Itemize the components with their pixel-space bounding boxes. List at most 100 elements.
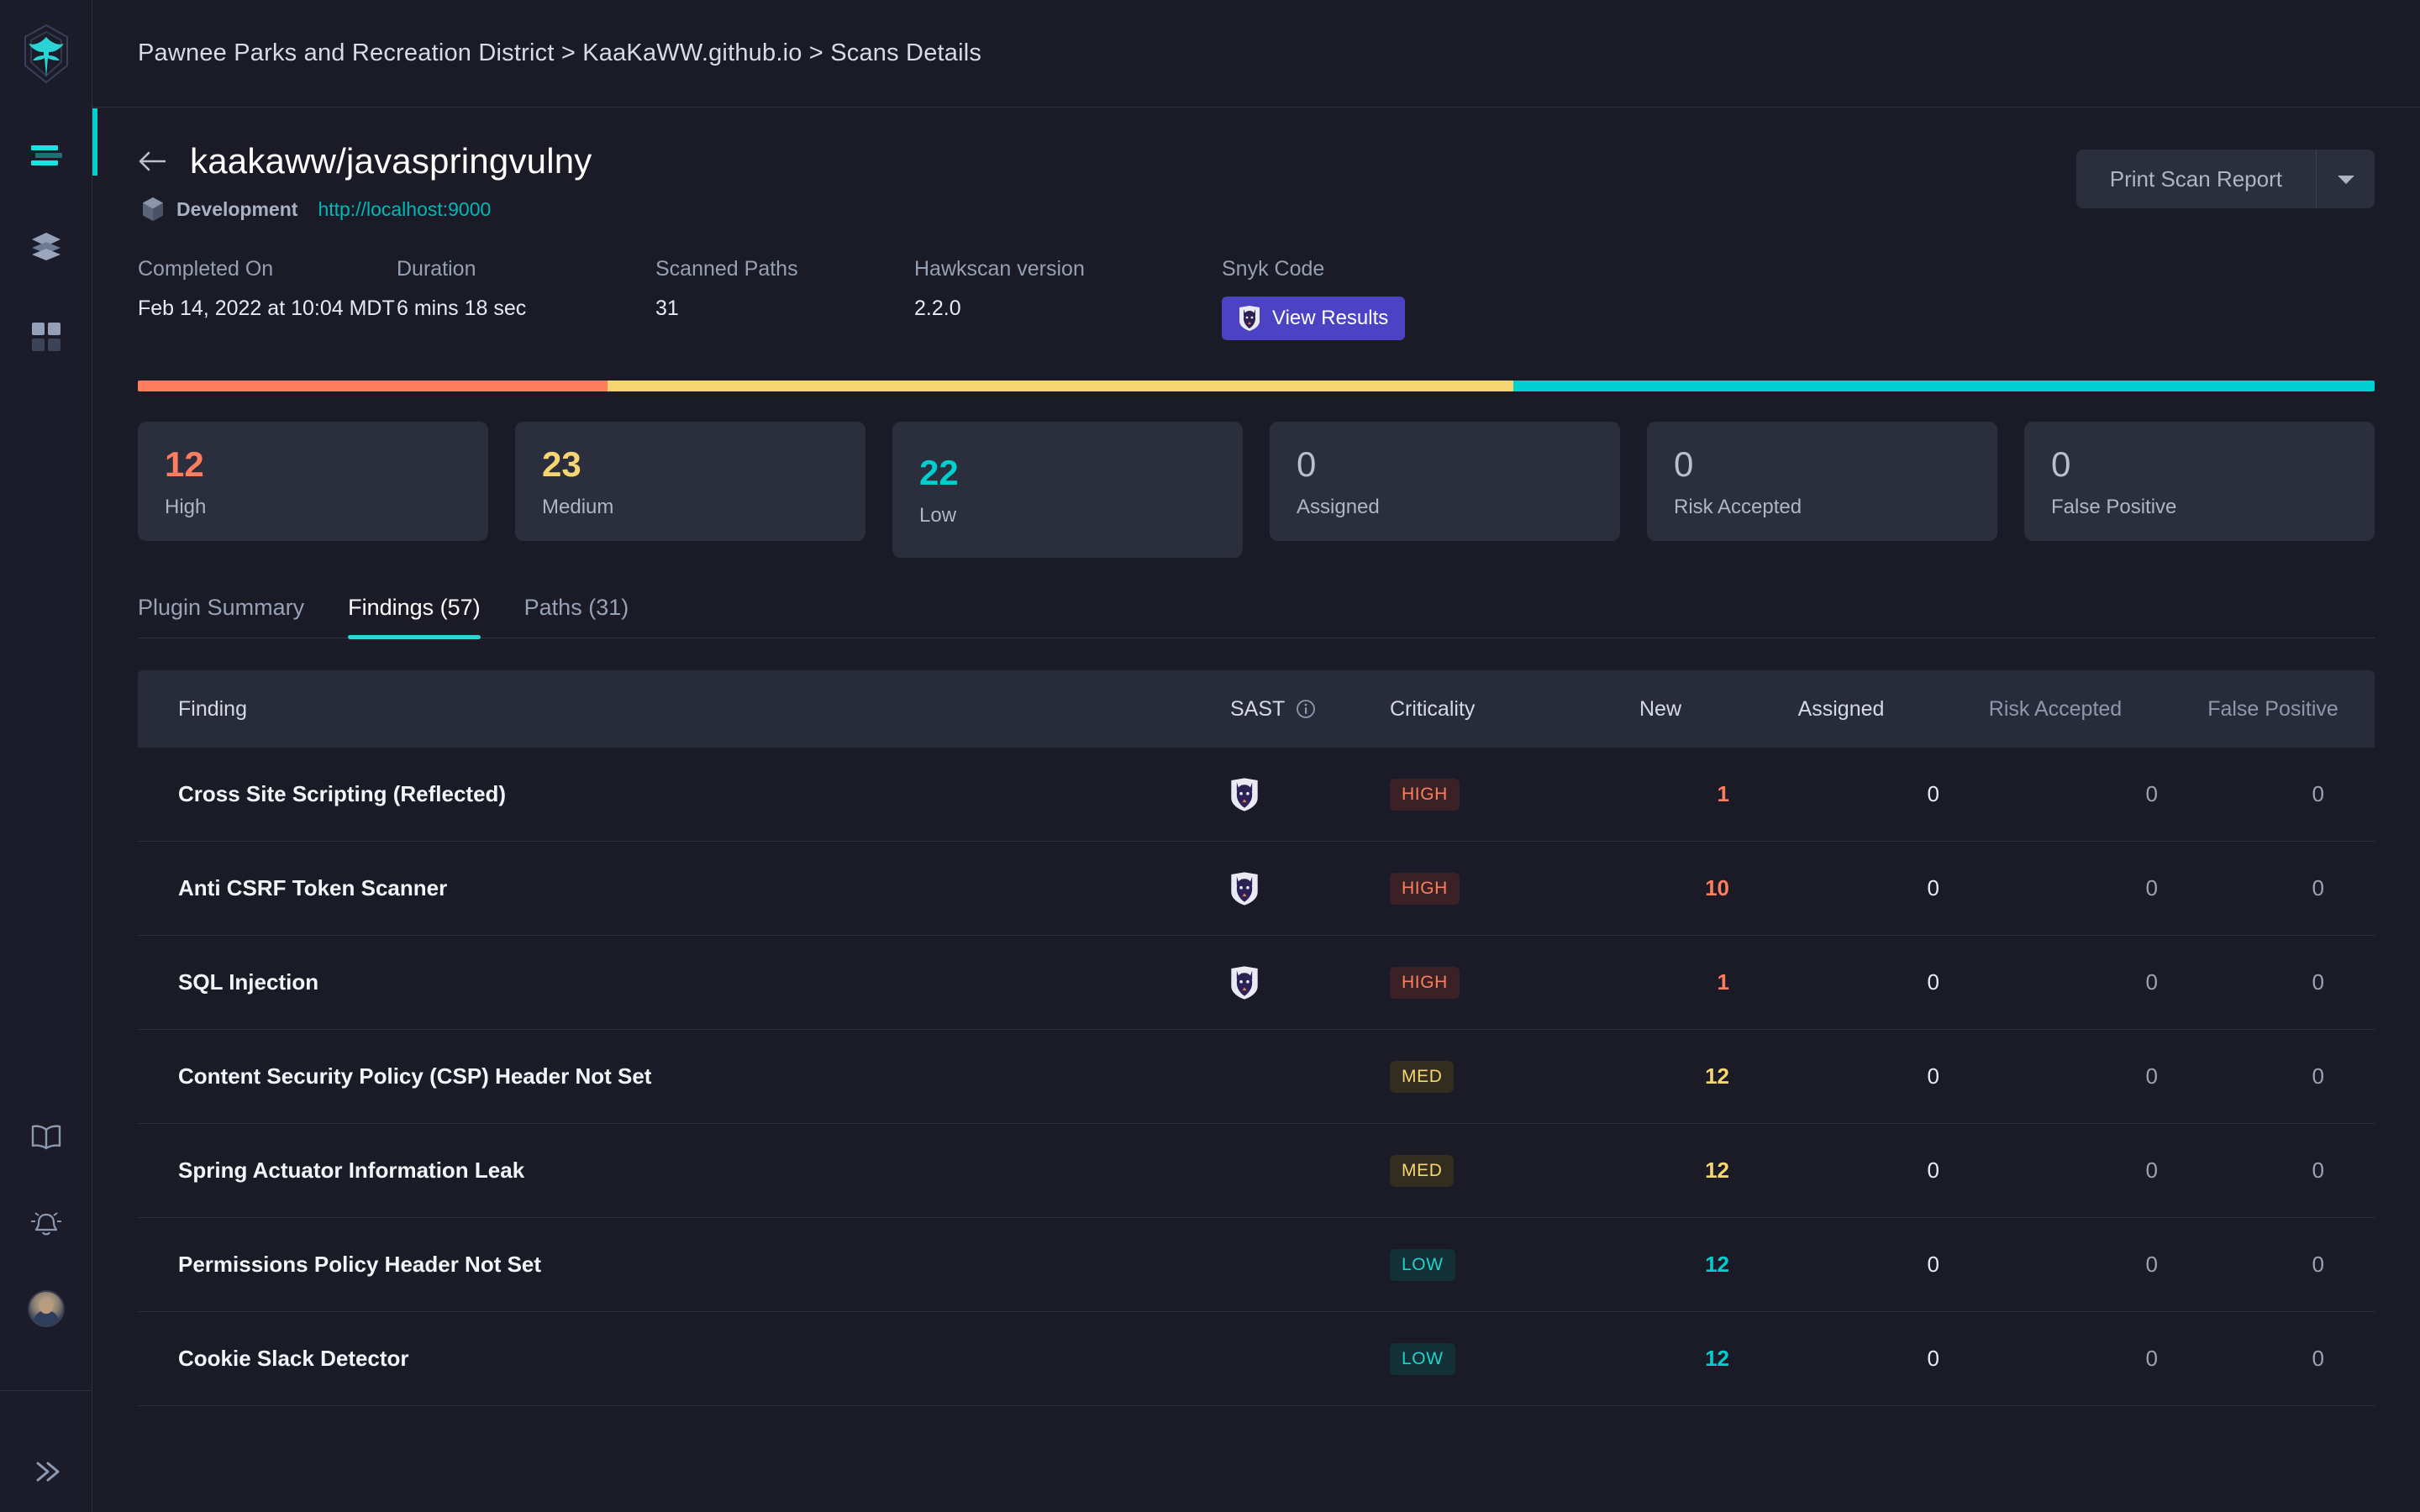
cell-finding[interactable]: Anti CSRF Token Scanner bbox=[138, 875, 1223, 901]
table-row[interactable]: Spring Actuator Information LeakMED12000 bbox=[138, 1124, 2375, 1218]
stat-card-medium[interactable]: 23Medium bbox=[515, 422, 865, 541]
info-circle-icon[interactable] bbox=[1295, 698, 1317, 720]
table-row[interactable]: SQL Injection HIGH1000 bbox=[138, 936, 2375, 1030]
false-positive-count: 0 bbox=[2312, 1252, 2324, 1277]
assigned-count: 0 bbox=[1928, 1252, 1939, 1277]
print-scan-report-button[interactable]: Print Scan Report bbox=[2076, 150, 2316, 208]
app-root: Pawnee Parks and Recreation District > K… bbox=[0, 0, 2420, 1512]
meta-label: Duration bbox=[397, 257, 655, 281]
th-new[interactable]: New bbox=[1585, 697, 1736, 722]
table-row[interactable]: Cross Site Scripting (Reflected) HIGH100… bbox=[138, 748, 2375, 842]
finding-name: Anti CSRF Token Scanner bbox=[178, 875, 447, 900]
stat-card-risk-accepted[interactable]: 0Risk Accepted bbox=[1647, 422, 1997, 541]
sidebar-item-profile[interactable] bbox=[21, 1286, 71, 1331]
cell-risk-accepted: 0 bbox=[1946, 969, 2165, 995]
th-criticality[interactable]: Criticality bbox=[1383, 697, 1585, 722]
cell-assigned: 0 bbox=[1736, 1063, 1946, 1089]
view-results-label: View Results bbox=[1272, 307, 1388, 330]
sidebar-item-grid[interactable] bbox=[21, 314, 71, 360]
breadcrumb[interactable]: Pawnee Parks and Recreation District > K… bbox=[138, 39, 981, 67]
cell-risk-accepted: 0 bbox=[1946, 1158, 2165, 1184]
findings-table: Finding SAST bbox=[138, 670, 2375, 1406]
stat-label: Medium bbox=[542, 496, 839, 519]
cell-finding[interactable]: Cross Site Scripting (Reflected) bbox=[138, 781, 1223, 807]
th-risk-accepted[interactable]: Risk Accepted bbox=[1946, 697, 2165, 722]
th-false-positive[interactable]: False Positive bbox=[2165, 697, 2375, 722]
bell-icon bbox=[29, 1208, 64, 1238]
new-count: 12 bbox=[1705, 1252, 1729, 1277]
stat-card-high[interactable]: 12High bbox=[138, 422, 488, 541]
sidebar-nav-top bbox=[21, 133, 71, 360]
environment-name: Development bbox=[176, 198, 297, 221]
table-row[interactable]: Cookie Slack DetectorLOW12000 bbox=[138, 1312, 2375, 1406]
cell-false-positive: 0 bbox=[2165, 875, 2375, 901]
stat-value: 0 bbox=[1674, 447, 1970, 482]
back-button[interactable] bbox=[138, 150, 168, 172]
cell-false-positive: 0 bbox=[2165, 969, 2375, 995]
hawk-logo-icon bbox=[20, 24, 72, 84]
cell-false-positive: 0 bbox=[2165, 1252, 2375, 1278]
stat-card-assigned[interactable]: 0Assigned bbox=[1270, 422, 1620, 541]
stat-card-low[interactable]: 22Low bbox=[892, 422, 1243, 558]
cell-finding[interactable]: SQL Injection bbox=[138, 969, 1223, 995]
sidebar-item-menu[interactable] bbox=[21, 133, 71, 178]
cell-sast bbox=[1223, 777, 1383, 812]
th-assigned[interactable]: Assigned bbox=[1736, 697, 1946, 722]
cell-risk-accepted: 0 bbox=[1946, 875, 2165, 901]
cell-criticality: MED bbox=[1383, 1155, 1585, 1187]
meta-scanned-paths: Scanned Paths 31 bbox=[655, 257, 914, 340]
meta-value: 31 bbox=[655, 297, 914, 321]
tab-paths-31[interactable]: Paths (31) bbox=[502, 595, 651, 638]
table-row[interactable]: Permissions Policy Header Not Set LOW 12 0 0… bbox=[138, 1218, 2375, 1312]
cell-assigned: 0 bbox=[1736, 1252, 1946, 1278]
app-logo[interactable] bbox=[0, 0, 92, 108]
print-scan-report-dropdown[interactable] bbox=[2316, 150, 2375, 208]
cell-finding[interactable]: Spring Actuator Information Leak bbox=[138, 1158, 1223, 1184]
chevron-down-icon bbox=[2335, 172, 2357, 186]
book-icon bbox=[29, 1124, 63, 1151]
sidebar-item-notifications[interactable] bbox=[21, 1200, 71, 1246]
finding-name: Permissions Policy Header Not Set bbox=[178, 1252, 541, 1277]
risk-accepted-count: 0 bbox=[2146, 781, 2158, 806]
grid-icon bbox=[31, 322, 61, 352]
cell-assigned: 0 bbox=[1736, 781, 1946, 807]
view-results-button[interactable]: View Results bbox=[1222, 297, 1405, 340]
snyk-dog-icon bbox=[1230, 965, 1259, 1000]
tab-plugin-summary[interactable]: Plugin Summary bbox=[138, 595, 326, 638]
cell-false-positive: 0 bbox=[2165, 1346, 2375, 1372]
stat-value: 0 bbox=[2051, 447, 2348, 482]
meta-duration: Duration 6 mins 18 sec bbox=[397, 257, 655, 340]
risk-accepted-count: 0 bbox=[2146, 969, 2158, 995]
environment-url[interactable]: http://localhost:9000 bbox=[318, 198, 491, 221]
assigned-count: 0 bbox=[1928, 1346, 1939, 1371]
cell-finding[interactable]: Permissions Policy Header Not Set bbox=[138, 1252, 1223, 1278]
tab-findings-57[interactable]: Findings (57) bbox=[326, 595, 502, 638]
meta-hawkscan-version: Hawkscan version 2.2.0 bbox=[914, 257, 1222, 340]
finding-name: Cookie Slack Detector bbox=[178, 1346, 409, 1371]
th-sast[interactable]: SAST bbox=[1223, 697, 1383, 722]
cube-icon bbox=[141, 197, 165, 222]
status-badge: LOW bbox=[1390, 1343, 1455, 1375]
sidebar-item-docs[interactable] bbox=[21, 1115, 71, 1160]
assigned-count: 0 bbox=[1928, 781, 1939, 806]
status-badge: HIGH bbox=[1390, 873, 1460, 905]
th-finding[interactable]: Finding bbox=[138, 697, 1223, 722]
cell-criticality: HIGH bbox=[1383, 873, 1585, 905]
cell-finding[interactable]: Content Security Policy (CSP) Header Not… bbox=[138, 1063, 1223, 1089]
cell-sast bbox=[1223, 871, 1383, 906]
status-badge: LOW bbox=[1390, 1249, 1455, 1281]
sidebar-collapse-toggle[interactable] bbox=[0, 1431, 92, 1512]
page-content: kaakaww/javaspringvulny Development http… bbox=[92, 108, 2420, 1406]
page-header-left: kaakaww/javaspringvulny Development http… bbox=[138, 141, 2076, 222]
stat-card-false-positive[interactable]: 0False Positive bbox=[2024, 422, 2375, 541]
false-positive-count: 0 bbox=[2312, 1063, 2324, 1089]
findings-tabs: Plugin SummaryFindings (57)Paths (31) bbox=[138, 595, 2375, 638]
assigned-count: 0 bbox=[1928, 875, 1939, 900]
table-row[interactable]: Content Security Policy (CSP) Header Not… bbox=[138, 1030, 2375, 1124]
cell-finding[interactable]: Cookie Slack Detector bbox=[138, 1346, 1223, 1372]
cell-new: 12 bbox=[1585, 1158, 1736, 1184]
cell-risk-accepted: 0 bbox=[1946, 1063, 2165, 1089]
table-row[interactable]: Anti CSRF Token Scanner HIGH10000 bbox=[138, 842, 2375, 936]
sidebar-item-layers[interactable] bbox=[21, 223, 71, 269]
meta-value: Feb 14, 2022 at 10:04 MDT bbox=[138, 297, 397, 321]
